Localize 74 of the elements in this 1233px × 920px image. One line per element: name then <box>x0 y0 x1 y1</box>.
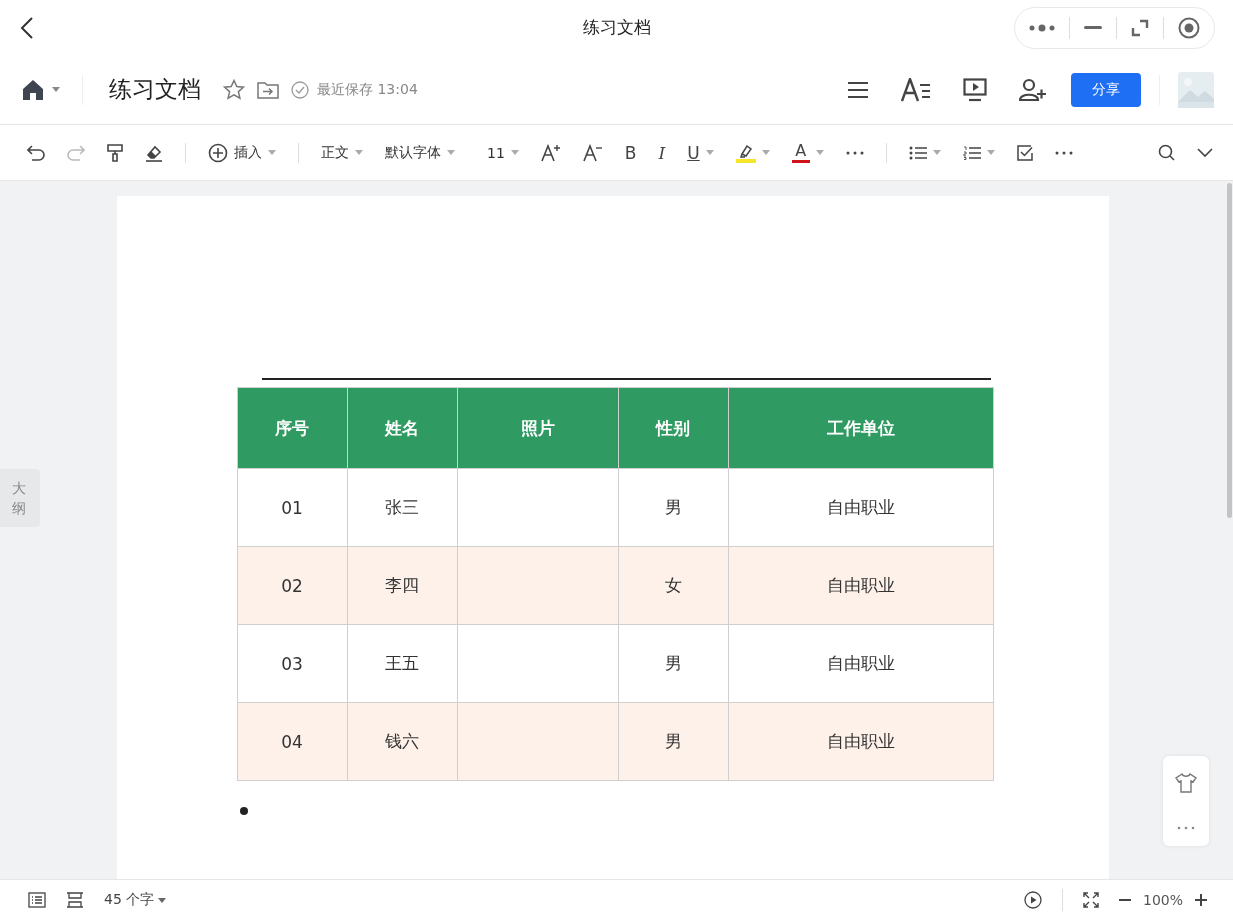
column-header: 工作单位 <box>728 387 993 469</box>
presentation-icon[interactable] <box>963 77 987 102</box>
column-header: 性别 <box>618 387 728 469</box>
table-cell: 李四 <box>347 546 457 625</box>
zoom-in-icon[interactable] <box>1195 894 1207 906</box>
record-icon[interactable] <box>1178 16 1200 39</box>
undo-icon[interactable] <box>27 144 45 161</box>
font-size-dropdown[interactable]: 11 <box>487 144 519 161</box>
table-cell: 王五 <box>347 624 457 703</box>
caret-icon <box>52 87 60 92</box>
font-color-button[interactable]: A <box>791 142 824 163</box>
more-icon[interactable] <box>1029 22 1055 33</box>
italic-button[interactable]: I <box>658 142 666 163</box>
paragraph-style-dropdown[interactable]: 正文 <box>321 143 363 162</box>
check-circle-icon <box>291 80 309 99</box>
outline-view-icon[interactable] <box>28 892 46 908</box>
back-icon[interactable] <box>20 16 34 39</box>
column-header: 照片 <box>457 387 618 469</box>
save-status: 最近保存 13:04 <box>317 80 418 99</box>
more-icon[interactable] <box>845 150 864 155</box>
document-title[interactable]: 练习文档 <box>109 74 201 105</box>
table-cell: 女 <box>618 546 728 625</box>
text-format-icon[interactable] <box>901 77 931 102</box>
column-header: 姓名 <box>347 387 457 469</box>
table-cell: 自由职业 <box>728 702 993 781</box>
share-button[interactable]: 分享 <box>1071 72 1141 107</box>
decrease-font-icon[interactable] <box>582 143 603 162</box>
table-cell: 男 <box>618 702 728 781</box>
font-dropdown[interactable]: 默认字体 <box>385 143 455 162</box>
table-cell: 张三 <box>347 468 457 547</box>
add-person-icon[interactable] <box>1019 77 1047 102</box>
search-icon[interactable] <box>1158 144 1175 161</box>
increase-font-icon[interactable] <box>540 143 561 162</box>
minimize-icon[interactable] <box>1084 25 1102 30</box>
menu-icon[interactable] <box>847 80 869 99</box>
highlighter-icon <box>735 142 756 163</box>
shirt-icon[interactable] <box>1175 772 1197 793</box>
home-button[interactable] <box>22 78 60 101</box>
table-cell: 02 <box>237 546 347 625</box>
page-view-icon[interactable] <box>66 892 84 908</box>
table-cell: 自由职业 <box>728 468 993 547</box>
column-header: 序号 <box>237 387 347 469</box>
bullet-icon <box>239 807 248 815</box>
numbered-list-button[interactable] <box>962 145 995 160</box>
table-cell: 钱六 <box>347 702 457 781</box>
more-icon[interactable] <box>1054 150 1073 155</box>
play-icon[interactable] <box>1023 891 1042 909</box>
bullet-list-button[interactable] <box>908 145 941 160</box>
table-cell: 男 <box>618 468 728 547</box>
numbered-list-icon <box>962 145 981 160</box>
collapse-icon[interactable] <box>1197 147 1213 158</box>
table-cell: 01 <box>237 468 347 547</box>
word-count-button[interactable]: 45 个字 <box>104 891 167 909</box>
underline-button[interactable]: U <box>687 142 714 163</box>
bullet-list-icon <box>908 145 927 160</box>
eraser-icon[interactable] <box>145 143 163 162</box>
fullscreen-icon[interactable] <box>1082 892 1099 908</box>
window-title: 练习文档 <box>582 16 651 39</box>
star-icon[interactable] <box>223 79 245 100</box>
home-icon <box>22 78 44 101</box>
move-to-folder-icon[interactable] <box>257 80 279 99</box>
table-cell: 03 <box>237 624 347 703</box>
table-cell: 04 <box>237 702 347 781</box>
checkbox-icon[interactable] <box>1016 144 1033 161</box>
restore-icon[interactable] <box>1131 18 1149 37</box>
zoom-level: 100% <box>1142 892 1183 908</box>
insert-button[interactable]: 插入 <box>208 142 276 163</box>
table-cell: 自由职业 <box>728 546 993 625</box>
highlight-button[interactable] <box>735 142 770 163</box>
bold-button[interactable]: B <box>624 142 637 163</box>
table-cell: 自由职业 <box>728 624 993 703</box>
plus-circle-icon <box>208 142 228 163</box>
table-cell: 男 <box>618 624 728 703</box>
format-painter-icon[interactable] <box>107 143 123 162</box>
